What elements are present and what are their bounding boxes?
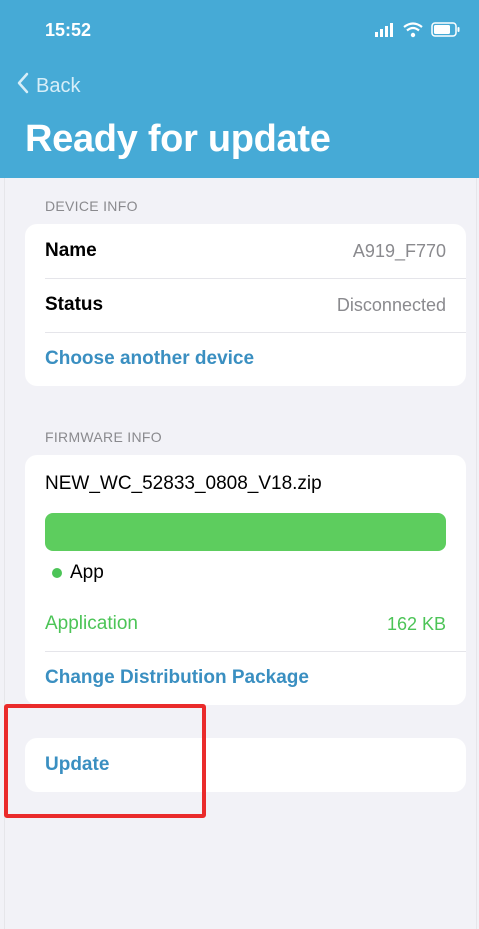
- device-name-label: Name: [45, 240, 97, 261]
- back-button[interactable]: Back: [16, 72, 80, 100]
- status-time: 15:52: [45, 20, 92, 40]
- device-name-row: Name A919_F770: [25, 224, 466, 278]
- battery-icon: [431, 22, 461, 42]
- firmware-progress-fill: [45, 513, 446, 551]
- page-title: Ready for update: [25, 118, 331, 160]
- device-info-card: Name A919_F770 Status Disconnected Choos…: [25, 224, 466, 386]
- device-name-value: A919_F770: [352, 240, 446, 261]
- device-info-section-title: DEVICE INFO: [45, 198, 138, 214]
- device-status-label: Status: [45, 294, 104, 315]
- back-label: Back: [36, 74, 81, 97]
- choose-another-device-button[interactable]: Choose another device: [25, 332, 466, 386]
- choose-another-device-label: Choose another device: [45, 348, 255, 369]
- header: 15:52 Back Ready for update: [0, 0, 479, 178]
- firmware-progress-bar: [45, 513, 446, 551]
- firmware-info-section-title: FIRMWARE INFO: [45, 429, 162, 445]
- device-status-value: Disconnected: [336, 294, 446, 315]
- highlight-box: [4, 704, 206, 818]
- status-icons: [375, 21, 461, 43]
- device-status-row: Status Disconnected: [25, 278, 466, 332]
- firmware-file-name: NEW_WC_52833_0808_V18.zip: [45, 473, 322, 494]
- app-legend-label: App: [70, 562, 104, 583]
- firmware-info-card: NEW_WC_52833_0808_V18.zip App Applicatio…: [25, 455, 466, 705]
- chevron-left-icon: [16, 72, 30, 100]
- application-size: 162 KB: [386, 613, 446, 634]
- firmware-legend: App: [25, 551, 466, 585]
- signal-icon: [375, 22, 395, 42]
- wifi-icon: [403, 21, 423, 43]
- change-distribution-package-label: Change Distribution Package: [45, 667, 309, 688]
- app-legend-dot: [52, 568, 62, 578]
- application-row: Application 162 KB: [25, 597, 466, 651]
- change-distribution-package-button[interactable]: Change Distribution Package: [25, 651, 466, 705]
- application-label: Application: [45, 613, 138, 634]
